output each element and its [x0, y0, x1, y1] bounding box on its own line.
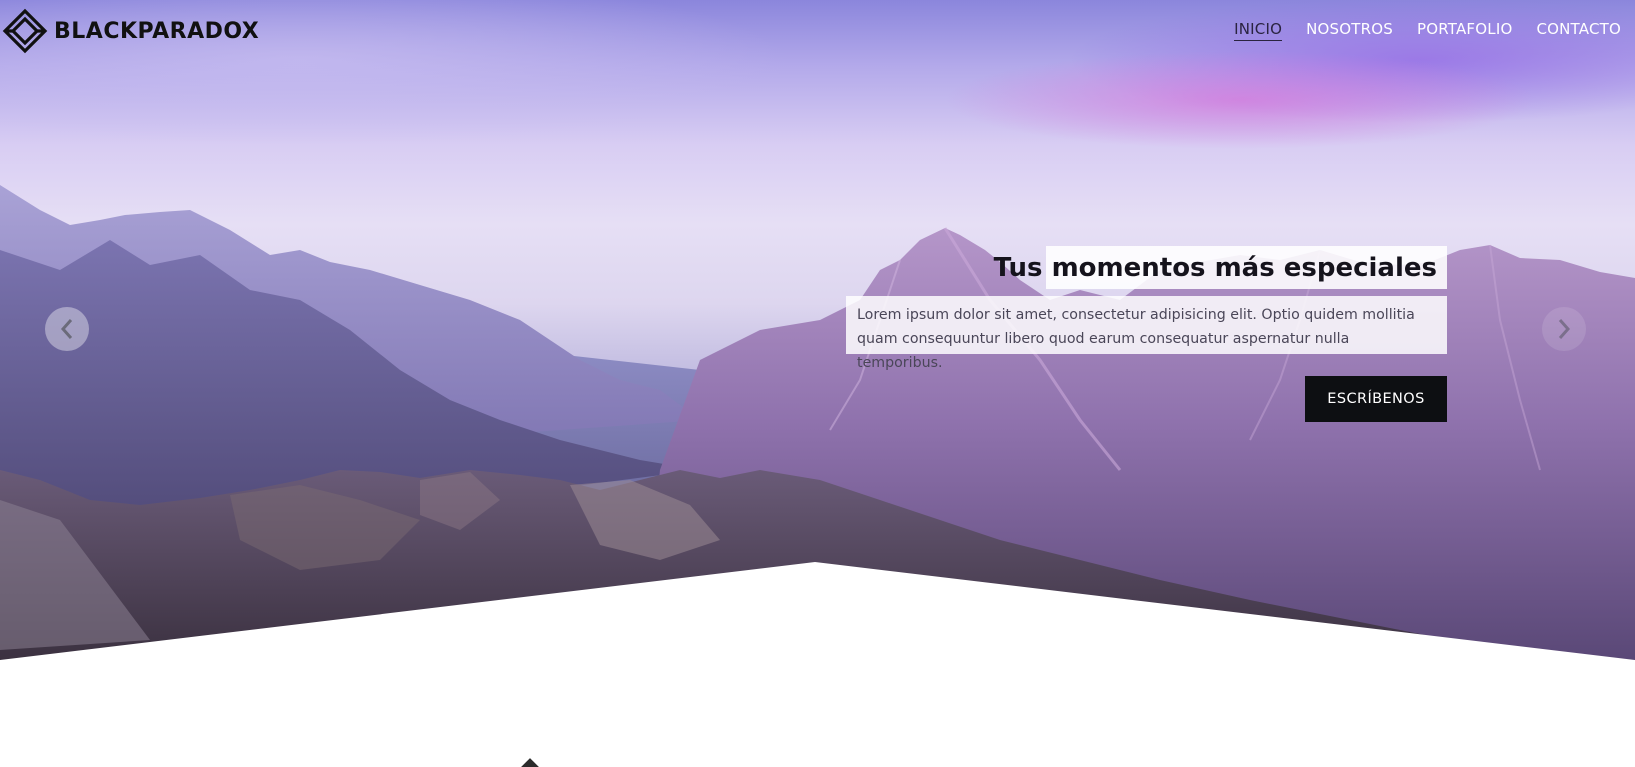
carousel-next-button[interactable]: [1542, 307, 1586, 351]
main-nav: INICIO NOSOTROS PORTAFOLIO CONTACTO: [1234, 20, 1621, 41]
contact-us-button[interactable]: ESCRÍBENOS: [1305, 376, 1447, 422]
hero-title-box: Tus momentos más especiales: [994, 246, 1447, 289]
nav-item-inicio[interactable]: INICIO: [1234, 20, 1283, 41]
paradox-diamond-logo-icon: [2, 8, 48, 54]
hero-description: Lorem ipsum dolor sit amet, consectetur …: [857, 307, 1415, 371]
chevron-right-icon: [1558, 319, 1571, 339]
brand-name: BLACKPARADOX: [54, 18, 260, 44]
brand-logo[interactable]: BLACKPARADOX: [2, 8, 259, 54]
carousel-prev-button[interactable]: [45, 307, 89, 351]
nav-item-contacto[interactable]: CONTACTO: [1536, 20, 1621, 41]
hero-text-box: Lorem ipsum dolor sit amet, consectetur …: [846, 296, 1447, 371]
hero-title: Tus momentos más especiales: [993, 252, 1437, 283]
nav-item-portafolio[interactable]: PORTAFOLIO: [1417, 20, 1512, 41]
hero-carousel: BLACKPARADOX INICIO NOSOTROS PORTAFOLIO …: [0, 0, 1635, 660]
section-diamond-marker: [520, 758, 540, 767]
page: BLACKPARADOX INICIO NOSOTROS PORTAFOLIO …: [0, 0, 1635, 767]
chevron-left-icon: [60, 319, 73, 339]
nav-item-nosotros[interactable]: NOSOTROS: [1306, 20, 1393, 41]
